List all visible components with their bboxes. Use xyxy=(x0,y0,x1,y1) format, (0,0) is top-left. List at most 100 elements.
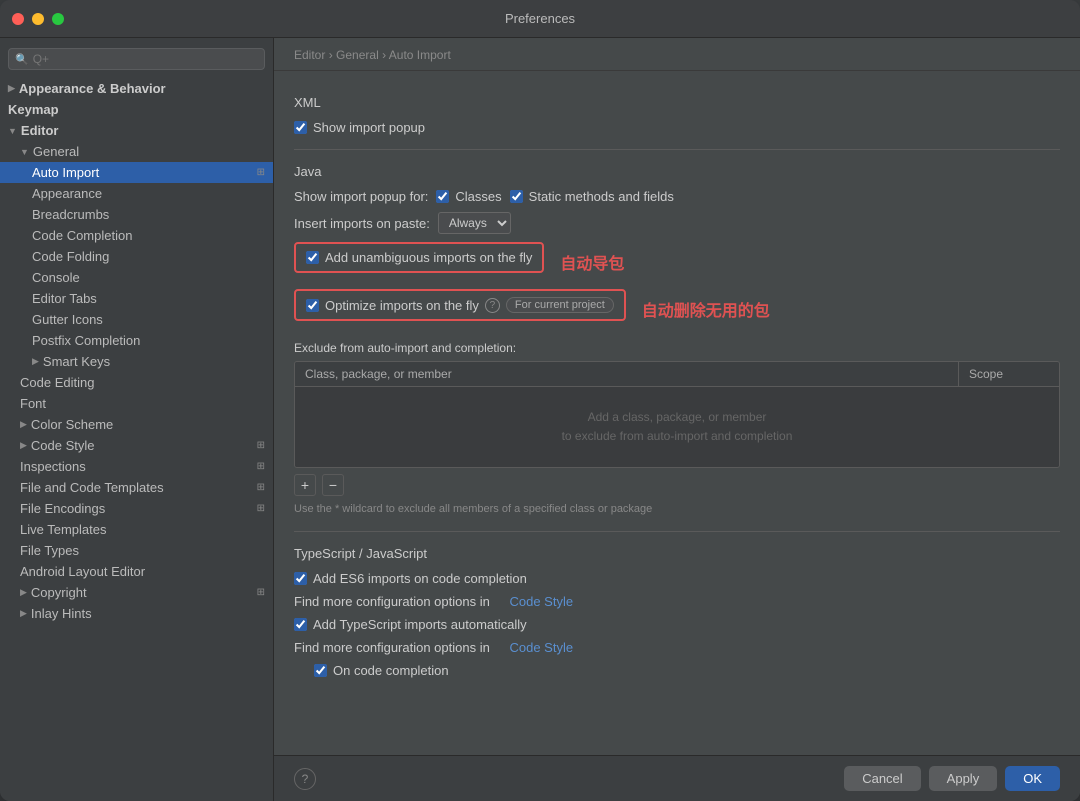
sidebar-item-file-code-templates[interactable]: File and Code Templates ⊞ xyxy=(0,477,273,498)
sidebar-item-label: File Encodings xyxy=(20,501,105,516)
xml-show-popup-checkbox[interactable] xyxy=(294,121,307,134)
sidebar-item-android-layout-editor[interactable]: Android Layout Editor xyxy=(0,561,273,582)
optimize-imports-checkbox[interactable] xyxy=(306,299,319,312)
sidebar-item-appearance-behavior[interactable]: ▶ Appearance & Behavior xyxy=(0,78,273,99)
remove-exclude-button[interactable]: − xyxy=(322,474,344,496)
sidebar-item-inlay-hints[interactable]: ▶ Inlay Hints xyxy=(0,603,273,624)
chevron-icon: ▶ xyxy=(20,419,27,430)
apply-button[interactable]: Apply xyxy=(929,766,998,791)
sidebar-item-label: Auto Import xyxy=(32,165,99,180)
minimize-button[interactable] xyxy=(32,13,44,25)
sidebar-item-inspections[interactable]: Inspections ⊞ xyxy=(0,456,273,477)
sidebar-item-label: Appearance xyxy=(32,186,102,201)
add-ts-auto-label[interactable]: Add TypeScript imports automatically xyxy=(294,617,527,632)
sidebar-item-color-scheme[interactable]: ▶ Color Scheme xyxy=(0,414,273,435)
static-text: Static methods and fields xyxy=(529,189,674,204)
sidebar-item-font[interactable]: Font xyxy=(0,393,273,414)
help-button[interactable]: ? xyxy=(294,768,316,790)
close-button[interactable] xyxy=(12,13,24,25)
sidebar-item-file-encodings[interactable]: File Encodings ⊞ xyxy=(0,498,273,519)
static-checkbox[interactable] xyxy=(510,190,523,203)
sidebar-item-gutter-icons[interactable]: Gutter Icons xyxy=(0,309,273,330)
add-es6-label[interactable]: Add ES6 imports on code completion xyxy=(294,571,527,586)
chevron-icon: ▶ xyxy=(20,608,27,619)
exclude-table: Class, package, or member Scope Add a cl… xyxy=(294,361,1060,468)
sidebar-item-label: Appearance & Behavior xyxy=(19,81,166,96)
sidebar-item-postfix-completion[interactable]: Postfix Completion xyxy=(0,330,273,351)
search-box[interactable]: 🔍 xyxy=(8,48,265,70)
sidebar-item-code-completion[interactable]: Code Completion xyxy=(0,225,273,246)
divider xyxy=(294,149,1060,150)
copy-icon: ⊞ xyxy=(257,461,265,472)
add-es6-text: Add ES6 imports on code completion xyxy=(313,571,527,586)
breadcrumb-part-2: General xyxy=(336,48,379,62)
maximize-button[interactable] xyxy=(52,13,64,25)
sidebar-item-label: Gutter Icons xyxy=(32,312,103,327)
breadcrumb: Editor › General › Auto Import xyxy=(274,38,1080,71)
sidebar-item-label: Copyright xyxy=(31,585,87,600)
xml-section-title: XML xyxy=(294,95,1060,110)
sidebar-item-label: Inlay Hints xyxy=(31,606,92,621)
sidebar-item-label: Color Scheme xyxy=(31,417,113,432)
help-icon[interactable]: ? xyxy=(485,298,500,313)
add-unambiguous-checkbox[interactable] xyxy=(306,251,319,264)
copy-icon: ⊞ xyxy=(257,167,265,178)
on-code-completion-label[interactable]: On code completion xyxy=(294,663,449,678)
copy-icon: ⊞ xyxy=(257,440,265,451)
add-ts-auto-text: Add TypeScript imports automatically xyxy=(313,617,527,632)
chevron-icon: ▼ xyxy=(20,147,29,157)
action-buttons: Cancel Apply OK xyxy=(844,766,1060,791)
sidebar-item-label: Smart Keys xyxy=(43,354,110,369)
sidebar-item-live-templates[interactable]: Live Templates xyxy=(0,519,273,540)
add-ts-auto-row: Add TypeScript imports automatically xyxy=(294,617,1060,632)
breadcrumb-part-3: Auto Import xyxy=(389,48,451,62)
add-exclude-button[interactable]: + xyxy=(294,474,316,496)
classes-label[interactable]: Classes xyxy=(436,189,501,204)
add-es6-row: Add ES6 imports on code completion xyxy=(294,571,1060,586)
sidebar-item-editor[interactable]: ▼ Editor xyxy=(0,120,273,141)
divider-2 xyxy=(294,531,1060,532)
xml-show-popup-label[interactable]: Show import popup xyxy=(294,120,425,135)
sidebar-item-label: Code Completion xyxy=(32,228,132,243)
sidebar-item-label: Editor Tabs xyxy=(32,291,97,306)
cancel-button[interactable]: Cancel xyxy=(844,766,920,791)
add-es6-checkbox[interactable] xyxy=(294,572,307,585)
optimize-imports-row: Optimize imports on the fly ? For curren… xyxy=(294,289,1060,329)
sidebar-item-auto-import[interactable]: Auto Import ⊞ xyxy=(0,162,273,183)
sidebar-item-smart-keys[interactable]: ▶ Smart Keys xyxy=(0,351,273,372)
exclude-toolbar: + − xyxy=(294,474,1060,496)
sidebar-item-label: Code Style xyxy=(31,438,95,453)
add-unambiguous-row: Add unambiguous imports on the fly 自动导包 xyxy=(294,242,1060,281)
add-unambiguous-annotation: 自动导包 xyxy=(560,250,624,274)
sidebar-item-label: Postfix Completion xyxy=(32,333,140,348)
code-style-link-2[interactable]: Code Style xyxy=(509,640,573,655)
code-style-link-1[interactable]: Code Style xyxy=(509,594,573,609)
sidebar-item-editor-tabs[interactable]: Editor Tabs xyxy=(0,288,273,309)
col-member: Class, package, or member xyxy=(295,362,959,386)
breadcrumb-separator: › xyxy=(329,48,336,62)
sidebar-item-label: Live Templates xyxy=(20,522,106,537)
exclude-section: Exclude from auto-import and completion:… xyxy=(294,341,1060,517)
add-ts-auto-checkbox[interactable] xyxy=(294,618,307,631)
insert-imports-dropdown[interactable]: Always Ask Never xyxy=(438,212,511,234)
search-icon: 🔍 xyxy=(15,53,29,66)
sidebar-item-code-editing[interactable]: Code Editing xyxy=(0,372,273,393)
static-label[interactable]: Static methods and fields xyxy=(510,189,674,204)
sidebar-item-copyright[interactable]: ▶ Copyright ⊞ xyxy=(0,582,273,603)
on-code-completion-checkbox[interactable] xyxy=(314,664,327,677)
sidebar-item-general[interactable]: ▼ General xyxy=(0,141,273,162)
find-more-2-text: Find more configuration options in xyxy=(294,640,490,655)
sidebar-item-console[interactable]: Console xyxy=(0,267,273,288)
sidebar-item-appearance[interactable]: Appearance xyxy=(0,183,273,204)
copy-icon: ⊞ xyxy=(257,482,265,493)
sidebar-item-breadcrumbs[interactable]: Breadcrumbs xyxy=(0,204,273,225)
exclude-placeholder: Add a class, package, or member to exclu… xyxy=(562,408,793,446)
chevron-icon: ▼ xyxy=(8,126,17,136)
sidebar-item-keymap[interactable]: Keymap xyxy=(0,99,273,120)
sidebar-item-code-folding[interactable]: Code Folding xyxy=(0,246,273,267)
sidebar-item-file-types[interactable]: File Types xyxy=(0,540,273,561)
search-input[interactable] xyxy=(33,52,258,66)
sidebar-item-code-style[interactable]: ▶ Code Style ⊞ xyxy=(0,435,273,456)
classes-checkbox[interactable] xyxy=(436,190,449,203)
ok-button[interactable]: OK xyxy=(1005,766,1060,791)
